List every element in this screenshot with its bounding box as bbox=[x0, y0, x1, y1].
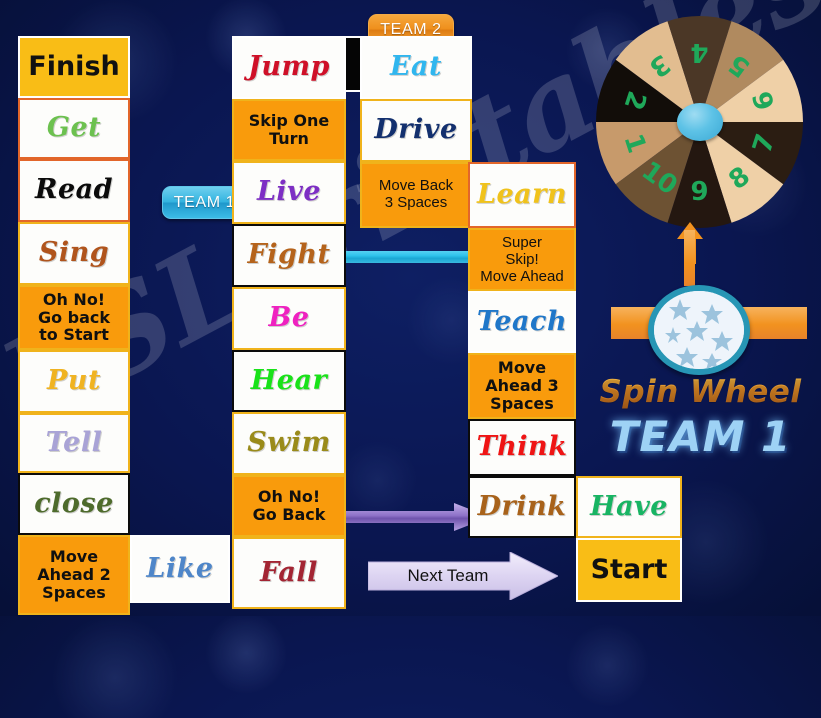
board-cell-swim[interactable]: Swim bbox=[232, 412, 346, 475]
board-cell-label: Oh No! Go Back bbox=[252, 487, 326, 524]
board-cell-finish[interactable]: Finish bbox=[18, 36, 130, 98]
board-cell-label: Hear bbox=[250, 364, 328, 396]
board-cell-label: Move Ahead 3 Spaces bbox=[485, 358, 559, 413]
board-cell-oh-no-go-back-to-start[interactable]: Oh No! Go back to Start bbox=[18, 285, 130, 350]
board-cell-label: Sing bbox=[38, 237, 110, 269]
board-cell-label: Super Skip! Move Ahead bbox=[480, 233, 564, 286]
board-cell-label: Finish bbox=[28, 50, 120, 82]
board-cell-label: Move Ahead 2 Spaces bbox=[37, 547, 111, 602]
board-cell-label: Tell bbox=[45, 426, 103, 458]
board-cell-label: Like bbox=[146, 552, 214, 584]
board-cell-label: Put bbox=[47, 365, 101, 397]
go-back-arrow-icon bbox=[330, 503, 490, 531]
board-cell-label: Live bbox=[256, 176, 322, 208]
board-cell-label: Drink bbox=[477, 490, 567, 522]
stars-icon bbox=[654, 291, 744, 369]
board-cell-get[interactable]: Get bbox=[18, 98, 130, 159]
board-cell-label: close bbox=[34, 487, 114, 519]
board-cell-live[interactable]: Live bbox=[232, 161, 346, 224]
spin-wheel-hub bbox=[676, 103, 723, 141]
board-cell-label: Skip One Turn bbox=[248, 111, 330, 148]
board-cell-drink[interactable]: Drink bbox=[468, 476, 576, 538]
board-cell-label: Fall bbox=[260, 556, 318, 588]
board-cell-close[interactable]: close bbox=[18, 473, 130, 535]
team-1-marker-label: TEAM 1 bbox=[173, 193, 236, 211]
board-cell-move-ahead-2-spaces[interactable]: Move Ahead 2 Spaces bbox=[18, 535, 130, 615]
board-cell-label: Fight bbox=[247, 239, 331, 271]
board-cell-sing[interactable]: Sing bbox=[18, 222, 130, 285]
wheel-number-9: 9 bbox=[690, 177, 708, 207]
board-cell-label: Learn bbox=[476, 178, 567, 210]
board-cell-label: Jump bbox=[248, 51, 330, 83]
board-cell-hear[interactable]: Hear bbox=[232, 350, 346, 412]
board-cell-move-back-3-spaces[interactable]: Move Back 3 Spaces bbox=[360, 162, 472, 228]
board-cell-label: Swim bbox=[247, 427, 331, 459]
board-cell-label: Have bbox=[590, 490, 668, 522]
board-cell-tell[interactable]: Tell bbox=[18, 413, 130, 473]
wheel-number-4: 4 bbox=[690, 37, 708, 67]
game-board-stage: ESLprintables.com TEAM 1 TEAM 2 bbox=[0, 0, 821, 616]
board-cell-read[interactable]: Read bbox=[18, 159, 130, 222]
board-cell-super-skip-move-ahead[interactable]: Super Skip! Move Ahead bbox=[468, 228, 576, 291]
board-cell-put[interactable]: Put bbox=[18, 350, 130, 413]
board-cell-like[interactable]: Like bbox=[130, 535, 230, 603]
board-cell-have[interactable]: Have bbox=[576, 476, 682, 538]
board-cell-label: Think bbox=[476, 431, 568, 463]
board-cell-label: Read bbox=[35, 174, 113, 206]
board-cell-drive[interactable]: Drive bbox=[360, 99, 472, 162]
board-cell-be[interactable]: Be bbox=[232, 287, 346, 350]
board-cell-eat[interactable]: Eat bbox=[360, 36, 472, 99]
board-cell-oh-no-go-back[interactable]: Oh No! Go Back bbox=[232, 475, 346, 537]
spin-button[interactable] bbox=[648, 285, 750, 375]
board-cell-fight[interactable]: Fight bbox=[232, 224, 346, 287]
current-team-title: TEAM 1 bbox=[609, 412, 792, 461]
spin-wheel[interactable]: 1 2 3 4 5 6 7 8 9 10 bbox=[596, 16, 803, 228]
spin-wheel-title: Spin Wheel bbox=[599, 374, 802, 410]
next-team-label: Next Team bbox=[407, 566, 489, 585]
board-cell-label: Get bbox=[46, 112, 102, 144]
board-cell-label: Start bbox=[590, 553, 668, 585]
board-cell-move-ahead-3-spaces[interactable]: Move Ahead 3 Spaces bbox=[468, 353, 576, 419]
board-cell-think[interactable]: Think bbox=[468, 419, 576, 476]
board-cell-teach[interactable]: Teach bbox=[468, 291, 576, 353]
board-cell-label: Teach bbox=[476, 305, 568, 337]
board-cell-label: Drive bbox=[374, 114, 458, 146]
board-cell-label: Move Back 3 Spaces bbox=[378, 177, 454, 211]
board-cell-fall[interactable]: Fall bbox=[232, 537, 346, 609]
board-cell-label: Oh No! Go back to Start bbox=[37, 289, 111, 345]
board-cell-label: Be bbox=[268, 302, 310, 334]
board-cell-jump[interactable]: Jump bbox=[232, 36, 346, 99]
spin-button-stem bbox=[684, 230, 695, 286]
board-cell-label: Eat bbox=[389, 51, 443, 83]
board-cell-start[interactable]: Start bbox=[576, 538, 682, 602]
board-cell-skip-one-turn[interactable]: Skip One Turn bbox=[232, 99, 346, 161]
board-cell-learn[interactable]: Learn bbox=[468, 162, 576, 228]
